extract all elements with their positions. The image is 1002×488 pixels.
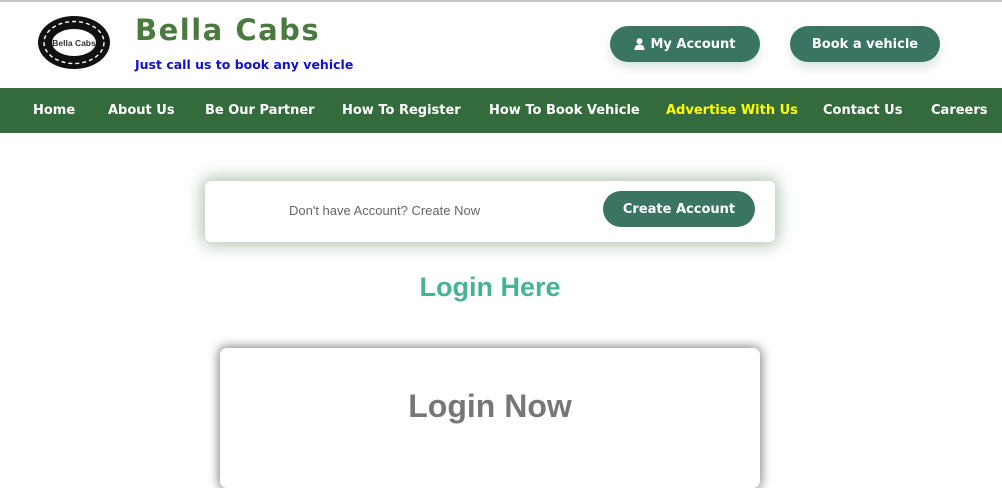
create-account-card: Don't have Account? Create Now Create Ac… — [205, 181, 775, 242]
nav-item-careers[interactable]: Careers — [931, 88, 988, 133]
site-header: Bella Cabs Bella Cabs Just call us to bo… — [0, 2, 1002, 88]
nav-item-advertise-with-us[interactable]: Advertise With Us — [666, 88, 798, 133]
user-icon — [634, 38, 645, 50]
login-now-title: Login Now — [408, 388, 572, 424]
nav-item-how-to-register[interactable]: How To Register — [342, 88, 461, 133]
nav-item-home[interactable]: Home — [33, 88, 75, 133]
brand-title[interactable]: Bella Cabs — [135, 13, 320, 47]
nav-item-how-to-book-vehicle[interactable]: How To Book Vehicle — [489, 88, 640, 133]
nav-item-about-us[interactable]: About Us — [108, 88, 175, 133]
create-account-prompt: Don't have Account? Create Now — [289, 203, 481, 218]
logo-text: Bella Cabs — [52, 38, 96, 48]
my-account-label: My Account — [650, 36, 736, 52]
road-ring-logo-icon: Bella Cabs — [38, 16, 110, 69]
main-nav: Home About Us Be Our Partner How To Regi… — [0, 88, 1002, 133]
nav-item-be-our-partner[interactable]: Be Our Partner — [205, 88, 315, 133]
book-vehicle-button[interactable]: Book a vehicle — [790, 26, 940, 62]
book-vehicle-label: Book a vehicle — [811, 36, 919, 52]
my-account-button[interactable]: My Account — [610, 26, 760, 62]
create-account-button[interactable]: Create Account — [603, 191, 755, 227]
brand-tagline: Just call us to book any vehicle — [135, 57, 354, 72]
logo[interactable]: Bella Cabs — [37, 15, 111, 70]
login-card: Login Now — [220, 348, 760, 488]
login-here-heading: Login Here — [419, 272, 561, 302]
nav-item-contact-us[interactable]: Contact Us — [823, 88, 902, 133]
create-account-label: Create Account — [622, 201, 736, 217]
